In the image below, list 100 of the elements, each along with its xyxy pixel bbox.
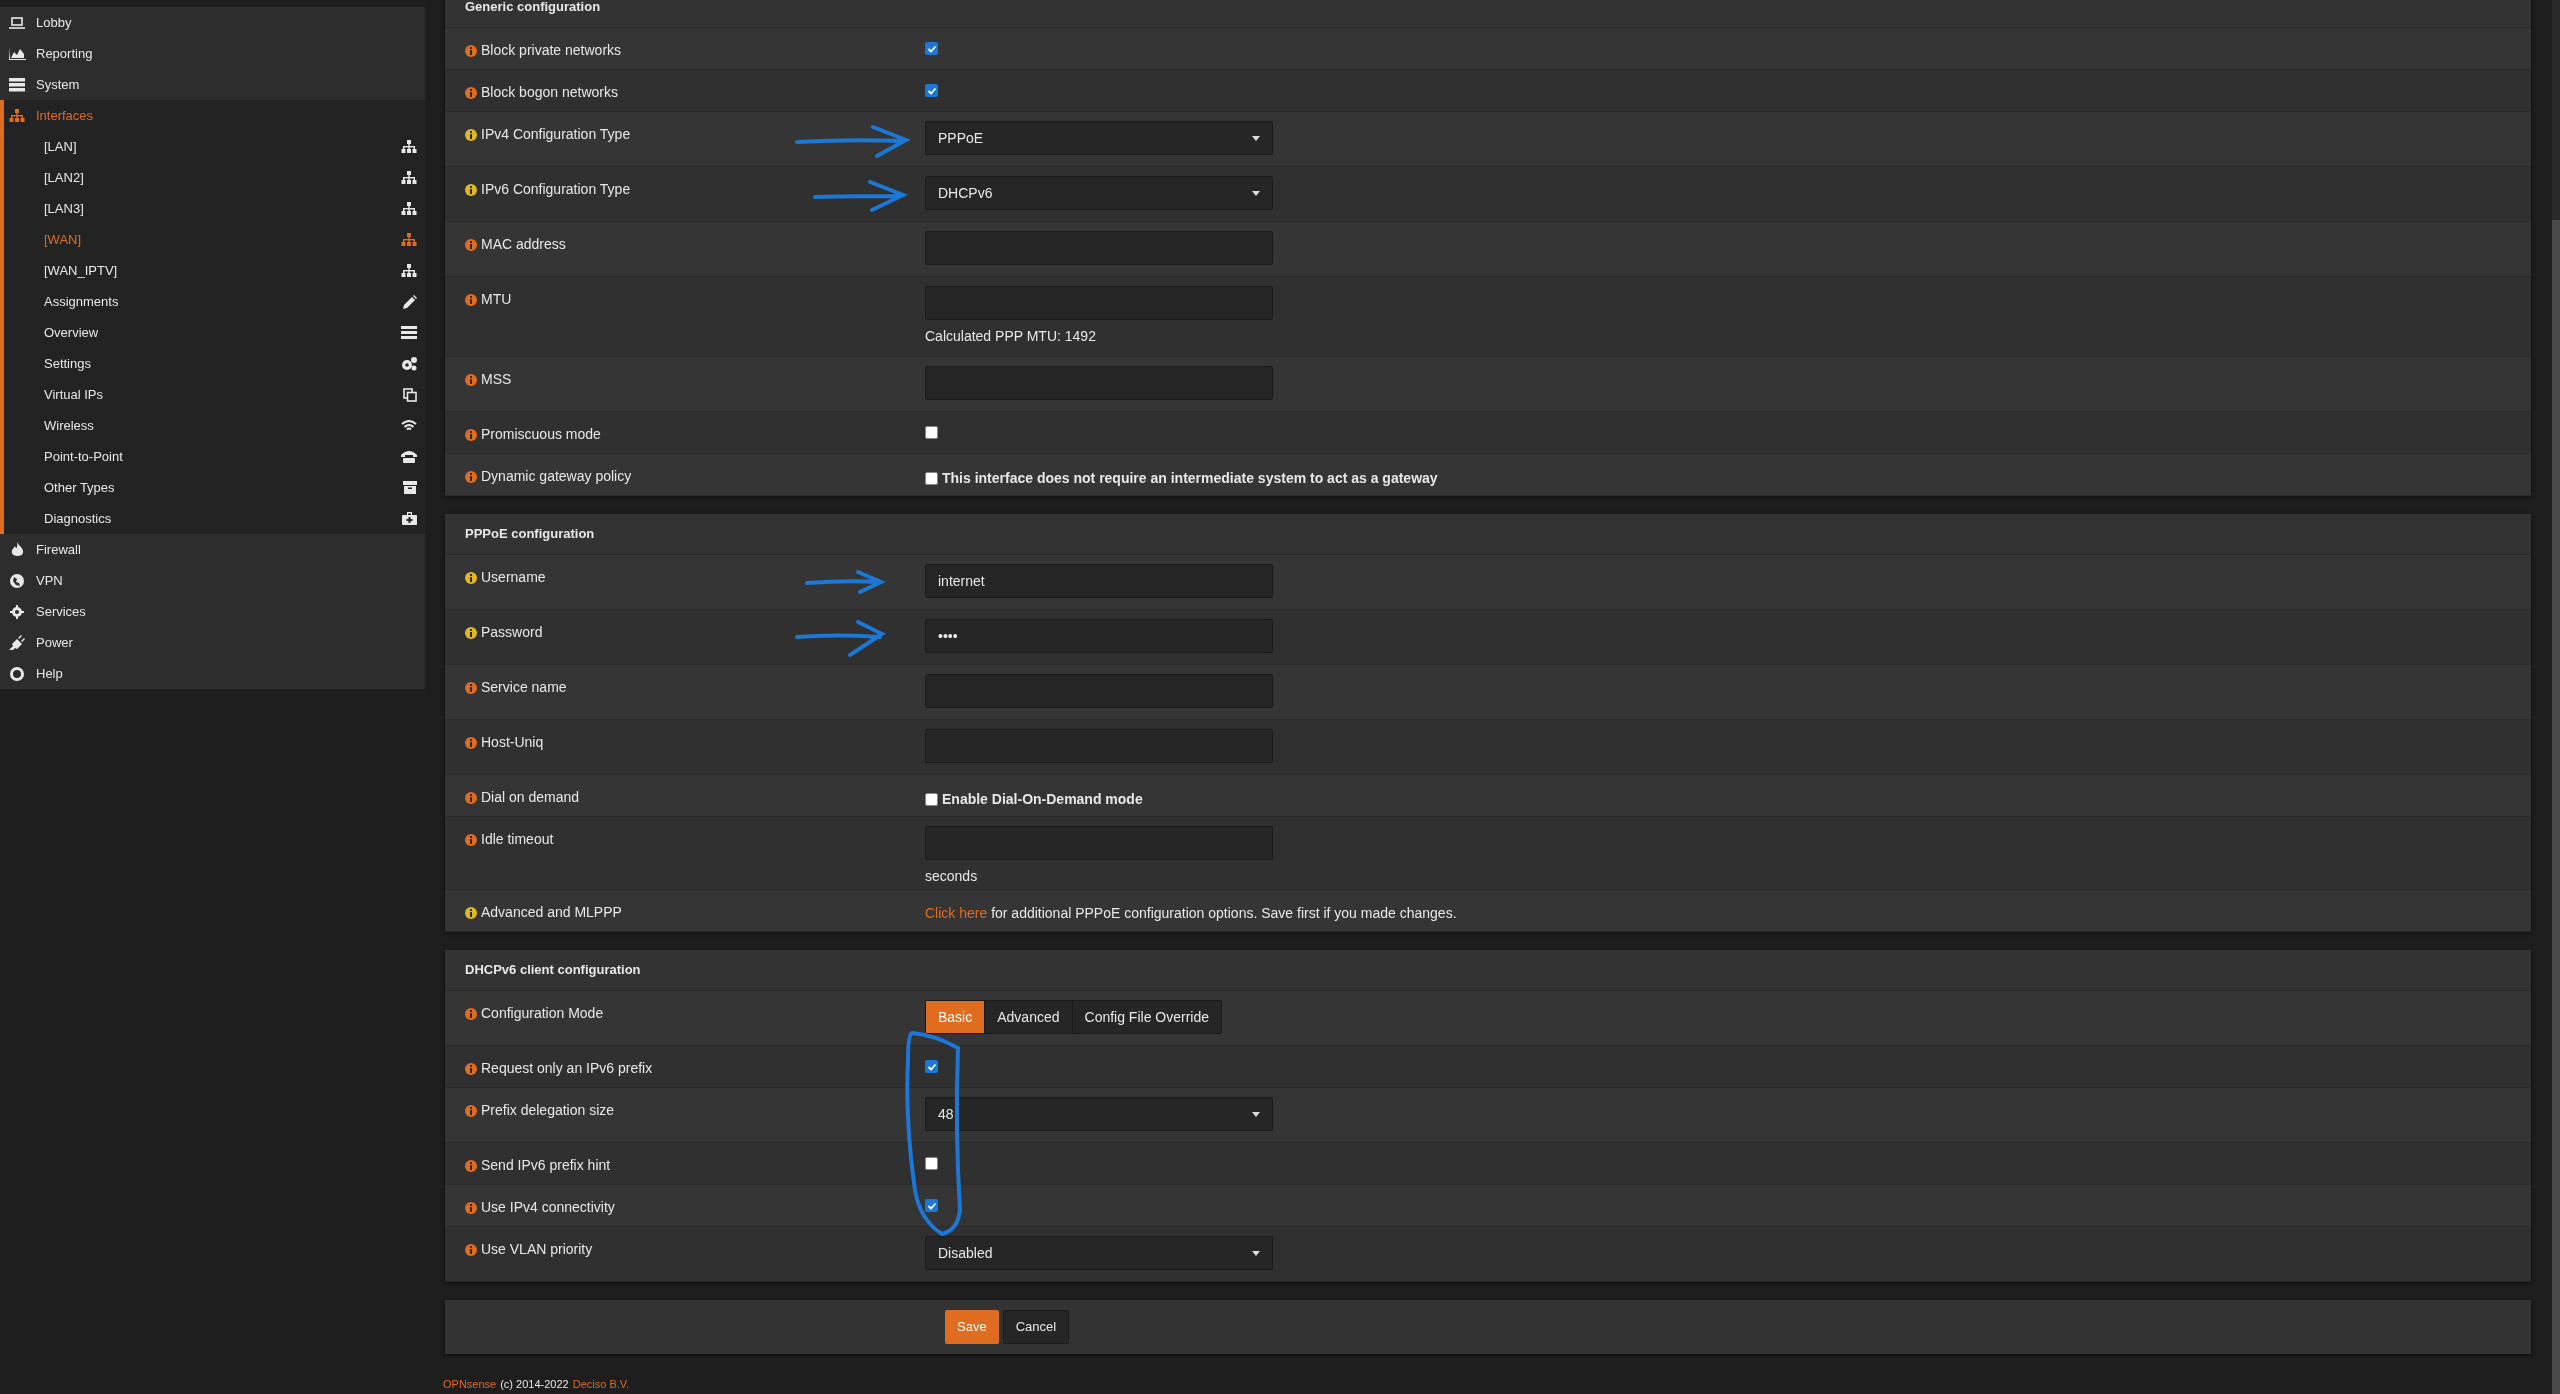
checkbox[interactable] xyxy=(925,1157,938,1170)
link[interactable]: Deciso B.V. xyxy=(572,1376,630,1393)
field-label: IPv6 Configuration Type xyxy=(481,180,631,199)
sidebar-subitem[interactable]: Point-to-Point xyxy=(4,441,425,472)
sidebar-subitem[interactable]: [LAN3] xyxy=(4,193,425,224)
info-icon[interactable] xyxy=(465,470,477,483)
field-label: Request only an IPv6 prefix xyxy=(481,1059,653,1078)
dropdown[interactable]: DHCPv6 xyxy=(925,176,1273,210)
sidebar-subitem[interactable]: [WAN_IPTV] xyxy=(4,255,425,286)
check-icon xyxy=(926,43,937,54)
sidebar-subitem[interactable]: Wireless xyxy=(4,410,425,441)
sidebar-item[interactable]: Lobby xyxy=(0,7,425,38)
info-icon[interactable] xyxy=(465,1062,477,1075)
copyright-text: (c) 2014-2022 xyxy=(500,1377,569,1392)
sidebar-item[interactable]: System xyxy=(0,69,425,100)
wifi-icon xyxy=(401,419,417,432)
input-field[interactable] xyxy=(925,366,1273,400)
link[interactable]: Click here xyxy=(925,905,988,921)
info-icon[interactable] xyxy=(465,906,477,919)
sidebar-subitem[interactable]: Settings xyxy=(4,348,425,379)
sidebar-subitem[interactable]: Virtual IPs xyxy=(4,379,425,410)
field-label: Send IPv6 prefix hint xyxy=(481,1156,611,1175)
archive-icon xyxy=(403,481,417,494)
info-icon[interactable] xyxy=(465,1159,477,1172)
info-icon[interactable] xyxy=(465,293,477,306)
info-icon[interactable] xyxy=(465,626,477,639)
info-icon[interactable] xyxy=(465,183,477,196)
laptop-icon xyxy=(8,16,26,29)
field-label: Block private networks xyxy=(481,41,622,60)
field-label: Configuration Mode xyxy=(481,1004,604,1023)
sidebar-subitem[interactable]: [WAN] xyxy=(4,224,425,255)
sidebar-subitem[interactable]: Diagnostics xyxy=(4,503,425,534)
info-icon[interactable] xyxy=(465,833,477,846)
field-label: Idle timeout xyxy=(481,830,554,849)
list-icon xyxy=(401,326,417,339)
sidebar-subitem[interactable]: Other Types xyxy=(4,472,425,503)
mode-tab[interactable]: Config File Override xyxy=(1071,1001,1221,1033)
checkbox[interactable] xyxy=(925,426,938,439)
checkbox-label: Enable Dial-On-Demand mode xyxy=(942,790,1143,809)
network-icon xyxy=(401,139,417,154)
sidebar-subitem[interactable]: Overview xyxy=(4,317,425,348)
server-icon xyxy=(8,77,26,92)
field-label: IPv4 Configuration Type xyxy=(481,125,631,144)
medkit-icon xyxy=(402,512,417,525)
life-ring-icon xyxy=(8,666,26,681)
sidebar-item[interactable]: Help xyxy=(0,658,425,689)
checkbox[interactable] xyxy=(925,472,938,485)
sidebar-subitem[interactable]: Assignments xyxy=(4,286,425,317)
input-field[interactable] xyxy=(925,231,1273,265)
input-field[interactable] xyxy=(925,674,1273,708)
gears-icon xyxy=(401,356,417,371)
mode-tab[interactable]: Advanced xyxy=(984,1001,1072,1033)
info-icon[interactable] xyxy=(465,44,477,57)
scrollbar[interactable] xyxy=(2552,0,2560,1394)
info-icon[interactable] xyxy=(465,86,477,99)
phone-icon xyxy=(401,450,417,463)
check-icon xyxy=(926,1200,937,1211)
input-field[interactable]: internet xyxy=(925,564,1273,598)
network-icon xyxy=(401,170,417,185)
info-icon[interactable] xyxy=(465,428,477,441)
info-icon[interactable] xyxy=(465,791,477,804)
sidebar-item[interactable]: VPN xyxy=(0,565,425,596)
field-label: MSS xyxy=(481,370,512,389)
dropdown[interactable]: Disabled xyxy=(925,1236,1273,1270)
caret-icon xyxy=(1252,135,1260,141)
checkbox[interactable] xyxy=(925,1060,938,1073)
field-label: MTU xyxy=(481,290,512,309)
info-icon[interactable] xyxy=(465,1104,477,1117)
sidebar-item[interactable]: Firewall xyxy=(0,534,425,565)
info-icon[interactable] xyxy=(465,1007,477,1020)
info-icon[interactable] xyxy=(465,571,477,584)
checkbox[interactable] xyxy=(925,1199,938,1212)
info-icon[interactable] xyxy=(465,1243,477,1256)
sidebar-subitem[interactable]: [LAN] xyxy=(4,131,425,162)
check-icon xyxy=(926,1061,937,1072)
input-field[interactable]: •••• xyxy=(925,619,1273,653)
checkbox-label: This interface does not require an intermediate system to act as a gateway xyxy=(942,469,1438,488)
help-text: seconds xyxy=(925,867,979,886)
field-label: Use VLAN priority xyxy=(481,1240,593,1259)
info-icon[interactable] xyxy=(465,238,477,251)
dropdown[interactable]: 48 xyxy=(925,1097,1273,1131)
info-icon[interactable] xyxy=(465,128,477,141)
sidebar-item[interactable]: Power xyxy=(0,627,425,658)
cancel-button[interactable]: Cancel xyxy=(1002,1310,1070,1344)
caret-icon xyxy=(1252,190,1260,196)
sidebar-item[interactable]: Interfaces xyxy=(4,100,425,131)
info-icon[interactable] xyxy=(465,681,477,694)
sidebar-subitem[interactable]: [LAN2] xyxy=(4,162,425,193)
dropdown[interactable]: PPPoE xyxy=(925,121,1273,155)
sidebar-item[interactable]: Reporting xyxy=(0,38,425,69)
checkbox[interactable] xyxy=(925,42,938,55)
checkbox[interactable] xyxy=(925,793,938,806)
info-icon[interactable] xyxy=(465,736,477,749)
checkbox[interactable] xyxy=(925,84,938,97)
sidebar-item[interactable]: Services xyxy=(0,596,425,627)
field-label: Advanced and MLPPP xyxy=(481,903,622,922)
link[interactable]: OPNsense xyxy=(443,1376,497,1393)
info-icon[interactable] xyxy=(465,373,477,386)
info-icon[interactable] xyxy=(465,1201,477,1214)
help-text: Click here for additional PPPoE configuration options. Save first if you made changes. xyxy=(925,904,1457,923)
